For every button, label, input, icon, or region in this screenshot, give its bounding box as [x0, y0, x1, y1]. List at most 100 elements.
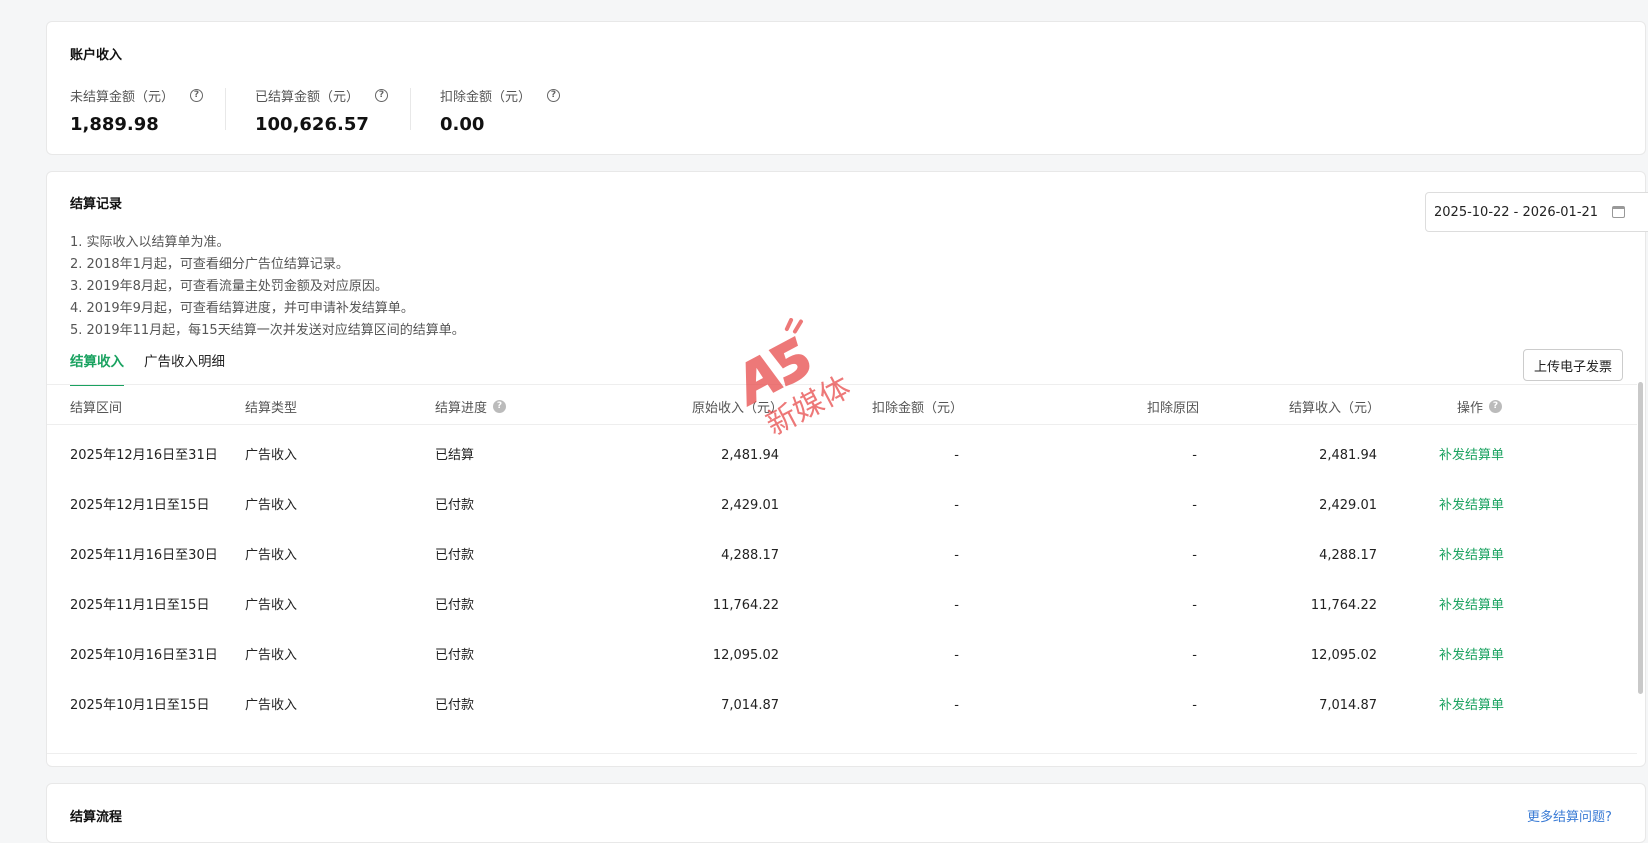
help-icon[interactable]: ?	[547, 89, 561, 102]
tab-settlement-income[interactable]: 结算收入	[70, 350, 124, 386]
stat-settled: 已结算金额（元） ? 100,626.57	[255, 86, 389, 142]
table-scrollbar[interactable]	[1638, 382, 1643, 694]
stat-unsettled-label: 未结算金额（元）	[70, 90, 175, 105]
resend-statement-link[interactable]: 补发结算单	[1439, 681, 1504, 731]
note-item: 1. 实际收入以结算单为准。	[70, 235, 230, 250]
col-progress: 结算进度 ?	[435, 397, 507, 416]
help-icon[interactable]: ?	[375, 89, 389, 102]
settlement-flow-card: 结算流程 更多结算问题?	[46, 783, 1646, 843]
cell-progress: 已付款	[435, 698, 475, 713]
col-deduction: 扣除金额（元）	[872, 401, 964, 416]
cell-original: 4,288.17	[721, 548, 779, 563]
account-income-card: 账户收入 未结算金额（元） ? 1,889.98 已结算金额（元） ? 100,…	[46, 21, 1646, 155]
cell-reason: -	[1192, 448, 1197, 463]
col-period: 结算区间	[70, 401, 123, 416]
cell-reason: -	[1192, 548, 1197, 563]
cell-reason: -	[1192, 498, 1197, 513]
cell-progress: 已付款	[435, 548, 475, 563]
col-action-label: 操作	[1457, 401, 1484, 416]
cell-deduction: -	[954, 548, 959, 563]
table-row: 2025年12月1日至15日 广告收入 已付款 2,429.01 - - 2,4…	[47, 481, 1637, 531]
cell-income: 2,481.94	[1319, 448, 1377, 463]
date-range-value: 2025-10-22 - 2026-01-21	[1434, 204, 1599, 220]
stat-label: 扣除金额（元） ?	[440, 86, 561, 105]
stat-settled-value: 100,626.57	[255, 114, 369, 135]
note-item: 5. 2019年11月起，每15天结算一次并发送对应结算区间的结算单。	[70, 323, 465, 338]
cell-type: 广告收入	[245, 548, 298, 563]
help-icon[interactable]: ?	[493, 400, 507, 413]
col-progress-label: 结算进度	[435, 401, 488, 416]
cell-income: 2,429.01	[1319, 498, 1377, 513]
table-header: 结算区间 结算类型 结算进度 ? 原始收入（元） 扣除金额（元） 扣除原因 结算…	[47, 385, 1637, 425]
stat-unsettled: 未结算金额（元） ? 1,889.98	[70, 86, 204, 142]
stat-deduction-value: 0.00	[440, 114, 485, 135]
notes-list: 1. 实际收入以结算单为准。 2. 2018年1月起，可查看细分广告位结算记录。…	[70, 232, 465, 342]
stat-settled-label: 已结算金额（元）	[255, 90, 360, 105]
stat-unsettled-value: 1,889.98	[70, 114, 159, 135]
settlement-table: 结算区间 结算类型 结算进度 ? 原始收入（元） 扣除金额（元） 扣除原因 结算…	[47, 384, 1637, 754]
cell-type: 广告收入	[245, 448, 298, 463]
cell-reason: -	[1192, 698, 1197, 713]
cell-deduction: -	[954, 498, 959, 513]
help-icon[interactable]: ?	[190, 89, 204, 102]
cell-original: 12,095.02	[712, 648, 779, 663]
tab-ad-income-detail[interactable]: 广告收入明细	[144, 350, 225, 386]
col-type: 结算类型	[245, 401, 298, 416]
cell-period: 2025年12月1日至15日	[70, 498, 210, 513]
cell-deduction: -	[954, 598, 959, 613]
cell-type: 广告收入	[245, 698, 298, 713]
table-row: 2025年12月16日至31日 广告收入 已结算 2,481.94 - - 2,…	[47, 431, 1637, 481]
cell-original: 7,014.87	[721, 698, 779, 713]
cell-progress: 已结算	[435, 448, 475, 463]
col-reason: 扣除原因	[1147, 401, 1200, 416]
cell-period: 2025年11月16日至30日	[70, 548, 218, 563]
cell-original: 11,764.22	[712, 598, 779, 613]
cell-period: 2025年10月1日至15日	[70, 698, 210, 713]
stat-label: 已结算金额（元） ?	[255, 86, 389, 105]
cell-original: 2,481.94	[721, 448, 779, 463]
tab-bar: 结算收入 广告收入明细	[70, 350, 245, 386]
note-item: 2. 2018年1月起，可查看细分广告位结算记录。	[70, 257, 349, 272]
resend-statement-link[interactable]: 补发结算单	[1439, 631, 1504, 681]
stat-deduction: 扣除金额（元） ? 0.00	[440, 86, 561, 142]
stat-label: 未结算金额（元） ?	[70, 86, 204, 105]
more-settlement-questions-link[interactable]: 更多结算问题?	[1527, 806, 1612, 825]
col-income: 结算收入（元）	[1289, 401, 1381, 416]
cell-income: 11,764.22	[1310, 598, 1377, 613]
table-row: 2025年11月16日至30日 广告收入 已付款 4,288.17 - - 4,…	[47, 531, 1637, 581]
cell-income: 4,288.17	[1319, 548, 1377, 563]
date-range-picker[interactable]: 2025-10-22 - 2026-01-21	[1425, 192, 1648, 232]
help-icon[interactable]: ?	[1489, 400, 1503, 413]
settlement-records-card: 结算记录 2025-10-22 - 2026-01-21 1. 实际收入以结算单…	[46, 171, 1648, 767]
cell-progress: 已付款	[435, 498, 475, 513]
table-row: 2025年10月16日至31日 广告收入 已付款 12,095.02 - - 1…	[47, 631, 1637, 681]
col-action: 操作 ?	[1457, 397, 1503, 416]
note-item: 3. 2019年8月起，可查看流量主处罚金额及对应原因。	[70, 279, 388, 294]
cell-deduction: -	[954, 448, 959, 463]
settlement-records-title: 结算记录	[70, 197, 123, 212]
settlement-flow-title: 结算流程	[70, 810, 123, 825]
cell-progress: 已付款	[435, 648, 475, 663]
cell-type: 广告收入	[245, 498, 298, 513]
divider	[410, 88, 411, 130]
cell-reason: -	[1192, 648, 1197, 663]
cell-type: 广告收入	[245, 648, 298, 663]
upload-invoice-button[interactable]: 上传电子发票	[1523, 349, 1623, 381]
calendar-icon	[1612, 206, 1626, 218]
resend-statement-link[interactable]: 补发结算单	[1439, 481, 1504, 531]
resend-statement-link[interactable]: 补发结算单	[1439, 581, 1504, 631]
cell-income: 12,095.02	[1310, 648, 1377, 663]
resend-statement-link[interactable]: 补发结算单	[1439, 431, 1504, 481]
note-item: 4. 2019年9月起，可查看结算进度，并可申请补发结算单。	[70, 301, 414, 316]
cell-original: 2,429.01	[721, 498, 779, 513]
stat-deduction-label: 扣除金额（元）	[440, 90, 532, 105]
col-original: 原始收入（元）	[692, 401, 784, 416]
resend-statement-link[interactable]: 补发结算单	[1439, 531, 1504, 581]
cell-period: 2025年11月1日至15日	[70, 598, 210, 613]
cell-period: 2025年12月16日至31日	[70, 448, 218, 463]
divider	[225, 88, 226, 130]
cell-period: 2025年10月16日至31日	[70, 648, 218, 663]
table-row: 2025年11月1日至15日 广告收入 已付款 11,764.22 - - 11…	[47, 581, 1637, 631]
table-row: 2025年10月1日至15日 广告收入 已付款 7,014.87 - - 7,0…	[47, 681, 1637, 731]
cell-deduction: -	[954, 698, 959, 713]
